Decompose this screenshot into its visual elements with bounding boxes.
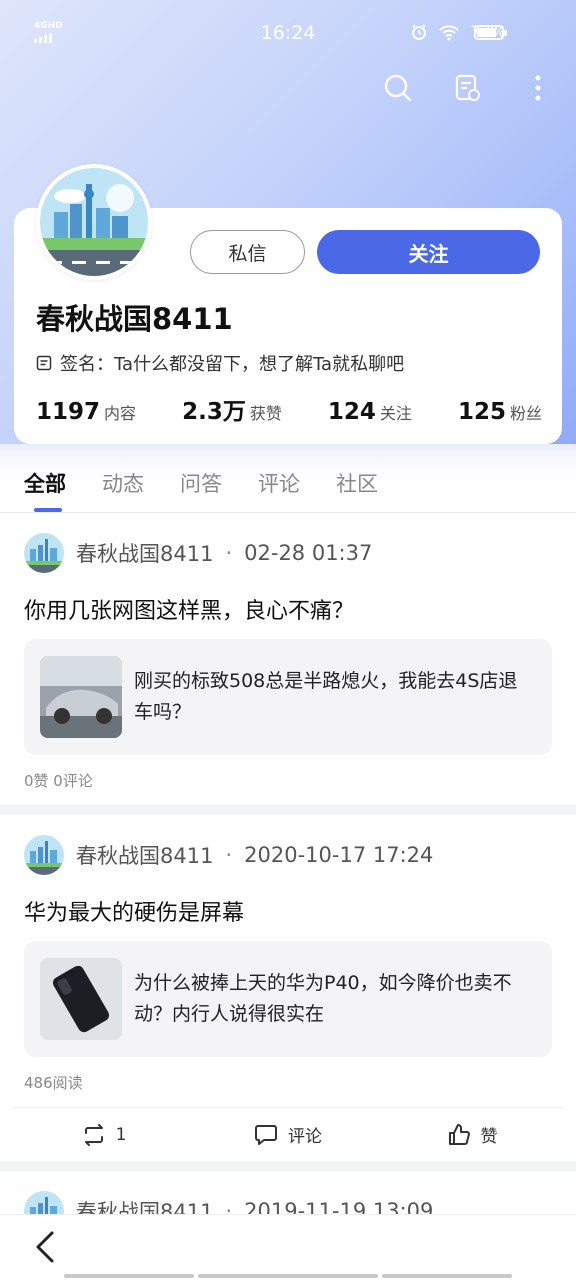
post-meta: 0赞 0评论 — [24, 771, 93, 790]
post-author[interactable]: 春秋战国8411 — [76, 538, 213, 568]
stat-content[interactable]: 1197 内容 — [36, 399, 136, 425]
post-meta: 486阅读 — [24, 1073, 83, 1092]
stat-content-label: 内容 — [104, 404, 137, 423]
tab-community[interactable]: 社区 — [336, 468, 378, 498]
post-header: 春秋战国8411 · 2020-10-17 17:24 — [24, 815, 552, 895]
comment-label: 评论 — [288, 1127, 322, 1147]
tab-all[interactable]: 全部 — [24, 468, 66, 512]
stat-likes-num: 2.3万 — [182, 399, 246, 425]
feed-separator — [0, 805, 576, 815]
tab-comments[interactable]: 评论 — [258, 468, 300, 498]
post-actions: 1 评论 赞 — [12, 1107, 564, 1161]
comment-button[interactable]: 评论 — [196, 1122, 380, 1147]
search-icon[interactable] — [380, 70, 416, 106]
chevron-left-icon — [36, 1231, 54, 1263]
profile-username: 春秋战国8411 — [36, 302, 233, 336]
stat-fans-label: 粉丝 — [509, 404, 542, 423]
post-title[interactable]: 你用几张网图这样黑，良心不痛？ — [24, 593, 552, 625]
post-author[interactable]: 春秋战国8411 — [76, 840, 213, 870]
post-separator: · — [225, 541, 233, 565]
bottom-bar — [0, 1214, 576, 1280]
post-card[interactable]: 春秋战国8411 · 2020-10-17 17:24 华为最大的硬伤是屏幕 为… — [0, 815, 576, 1161]
post-feed: 春秋战国8411 · 02-28 01:37 你用几张网图这样黑，良心不痛？ 刚… — [0, 513, 576, 1251]
post-title[interactable]: 华为最大的硬伤是屏幕 — [24, 895, 552, 927]
stat-following[interactable]: 124 关注 — [328, 399, 412, 425]
stat-likes-label: 获赞 — [249, 404, 282, 423]
profile-signature: 签名：Ta什么都没留下，想了解Ta就私聊吧 — [36, 350, 404, 376]
repost-button[interactable]: 1 — [12, 1123, 196, 1146]
status-bar: 4GHD 16:24 77% — [0, 0, 576, 64]
gesture-bar — [198, 1274, 378, 1278]
follow-button[interactable]: 关注 — [317, 230, 540, 274]
repost-count: 1 — [115, 1124, 127, 1145]
tab-qa[interactable]: 问答 — [180, 468, 222, 498]
post-separator: · — [225, 843, 233, 867]
stat-following-num: 124 — [327, 399, 376, 425]
quoted-article[interactable]: 刚买的标致508总是半路熄火，我能去4S店退车吗？ — [24, 639, 552, 755]
quoted-article-title: 刚买的标致508总是半路熄火，我能去4S店退车吗？ — [134, 670, 518, 723]
message-button[interactable]: 私信 — [190, 230, 305, 274]
stat-fans-num: 125 — [457, 399, 506, 425]
alarm-icon — [412, 23, 427, 40]
thumbs-up-icon — [448, 1123, 470, 1145]
city-avatar-image — [24, 533, 64, 573]
top-actions — [380, 70, 556, 106]
quoted-article-title: 为什么被捧上天的华为P40，如今降价也卖不动？内行人说得很实在 — [134, 972, 512, 1025]
post-header: 春秋战国8411 · 02-28 01:37 — [24, 513, 552, 593]
feed-separator — [0, 1161, 576, 1171]
like-label: 赞 — [480, 1127, 498, 1147]
wifi-icon — [439, 24, 460, 40]
post-time: 02-28 01:37 — [244, 541, 373, 565]
document-icon[interactable] — [450, 70, 486, 106]
quoted-article[interactable]: 为什么被捧上天的华为P40，如今降价也卖不动？内行人说得很实在 — [24, 941, 552, 1057]
gesture-bar — [64, 1274, 194, 1278]
post-card[interactable]: 春秋战国8411 · 02-28 01:37 你用几张网图这样黑，良心不痛？ 刚… — [0, 513, 576, 805]
tab-dynamic[interactable]: 动态 — [102, 468, 144, 498]
profile-stats: 1197 内容 2.3万 获赞 124 关注 125 粉丝 — [36, 392, 542, 426]
stat-following-label: 关注 — [379, 404, 412, 423]
car-thumbnail — [40, 656, 122, 738]
city-avatar-image — [40, 168, 148, 276]
stat-likes[interactable]: 2.3万 获赞 — [182, 392, 282, 426]
post-avatar[interactable] — [24, 533, 64, 573]
like-button[interactable]: 赞 — [380, 1122, 564, 1147]
city-avatar-image — [24, 835, 64, 875]
stat-content-num: 1197 — [36, 399, 101, 425]
stat-fans[interactable]: 125 粉丝 — [458, 399, 542, 425]
gesture-bar — [382, 1274, 512, 1278]
note-icon — [36, 355, 52, 371]
post-avatar[interactable] — [24, 835, 64, 875]
repost-icon — [84, 1123, 103, 1146]
tab-bar: 全部 动态 问答 评论 社区 — [0, 444, 576, 512]
comment-icon — [255, 1124, 277, 1145]
post-time: 2020-10-17 17:24 — [244, 843, 434, 867]
back-button[interactable] — [30, 1229, 62, 1265]
signature-text: 签名：Ta什么都没留下，想了解Ta就私聊吧 — [60, 354, 405, 375]
battery-icon — [474, 25, 507, 40]
more-icon[interactable] — [520, 70, 556, 106]
phone-thumbnail — [40, 958, 122, 1040]
avatar[interactable] — [36, 164, 152, 280]
